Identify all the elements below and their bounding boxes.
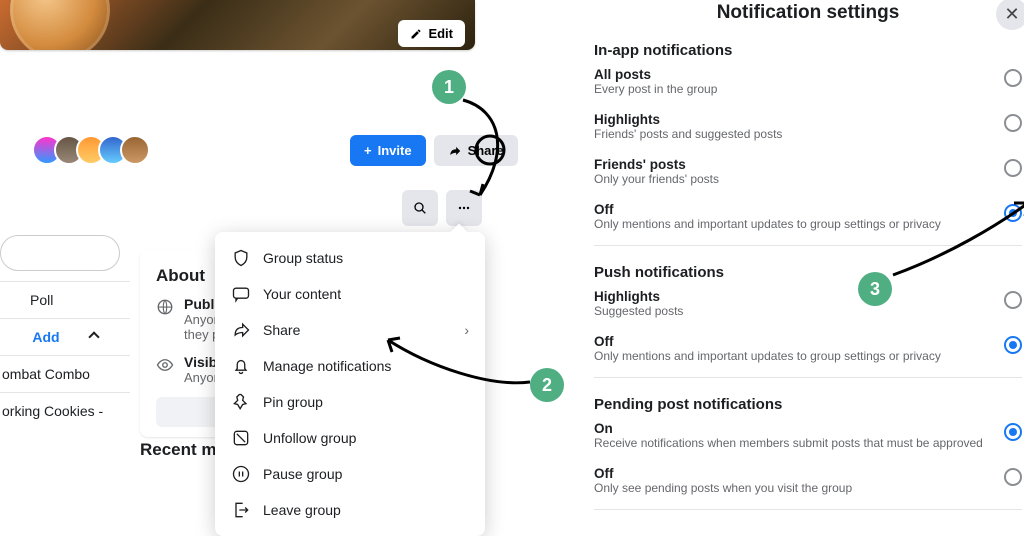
- chevron-up-icon: [88, 331, 99, 342]
- left-sidebar: Poll Add ombat Combo orking Cookies -: [0, 235, 130, 429]
- section-heading-inapp: In-app notifications: [594, 42, 1022, 59]
- option-label: Off: [594, 466, 852, 481]
- close-button[interactable]: ✕: [996, 0, 1024, 30]
- menu-label: Share: [263, 322, 300, 338]
- option-sub: Only mentions and important updates to g…: [594, 217, 941, 231]
- sidebar-item[interactable]: orking Cookies -: [0, 392, 130, 429]
- radio[interactable]: [1004, 159, 1022, 177]
- sidebar-item-add[interactable]: Add: [0, 318, 130, 355]
- close-icon: ✕: [1004, 4, 1019, 25]
- avatar: [120, 135, 150, 165]
- option-highlights[interactable]: HighlightsFriends' posts and suggested p…: [594, 104, 1022, 149]
- chevron-right-icon: ›: [464, 322, 469, 338]
- option-sub: Every post in the group: [594, 82, 717, 96]
- share-arrow-icon: [448, 144, 462, 158]
- invite-button[interactable]: + Invite: [350, 135, 426, 166]
- menu-item-pause-group[interactable]: Pause group: [223, 456, 477, 492]
- notification-settings-panel: Notification settings ✕ In-app notificat…: [568, 0, 1024, 512]
- share-label: Share: [468, 143, 504, 158]
- menu-label: Pin group: [263, 394, 323, 410]
- section-heading-pending: Pending post notifications: [594, 396, 1022, 413]
- menu-label: Pause group: [263, 466, 342, 482]
- globe-icon: [156, 298, 174, 316]
- menu-item-manage-notifications[interactable]: Manage notifications: [223, 348, 477, 384]
- ellipsis-icon: [456, 200, 472, 216]
- option-label: All posts: [594, 67, 717, 82]
- share-icon: [231, 320, 251, 340]
- menu-item-pin-group[interactable]: Pin group: [223, 384, 477, 420]
- option-label: On: [594, 421, 983, 436]
- option-push-highlights[interactable]: HighlightsSuggested posts: [594, 281, 1022, 326]
- plus-icon: +: [364, 143, 372, 158]
- option-label: Off: [594, 202, 941, 217]
- section-heading-push: Push notifications: [594, 264, 1022, 281]
- menu-item-leave-group[interactable]: Leave group: [223, 492, 477, 528]
- unfollow-icon: [231, 428, 251, 448]
- radio-selected[interactable]: [1004, 336, 1022, 354]
- group-options-menu: Group status Your content Share › Manage…: [215, 232, 485, 536]
- recent-heading: Recent me: [140, 440, 226, 460]
- menu-label: Manage notifications: [263, 358, 391, 374]
- pause-icon: [231, 464, 251, 484]
- share-button[interactable]: Share: [434, 135, 518, 166]
- member-avatars[interactable]: [40, 135, 150, 165]
- option-sub: Suggested posts: [594, 304, 683, 318]
- menu-label: Leave group: [263, 502, 341, 518]
- option-label: Friends' posts: [594, 157, 719, 172]
- radio[interactable]: [1004, 468, 1022, 486]
- menu-item-your-content[interactable]: Your content: [223, 276, 477, 312]
- bell-icon: [231, 356, 251, 376]
- option-sub: Receive notifications when members submi…: [594, 436, 983, 450]
- divider: [594, 509, 1022, 510]
- annotation-badge-3: 3: [858, 272, 892, 306]
- panel-title: Notification settings: [594, 2, 1022, 24]
- option-all-posts[interactable]: All postsEvery post in the group: [594, 59, 1022, 104]
- speech-icon: [231, 284, 251, 304]
- eye-icon: [156, 356, 174, 374]
- sidebar-item[interactable]: ombat Combo: [0, 355, 130, 392]
- radio-selected[interactable]: [1004, 204, 1022, 222]
- option-sub: Only mentions and important updates to g…: [594, 349, 941, 363]
- annotation-badge-1: 1: [432, 70, 466, 104]
- pin-icon: [231, 392, 251, 412]
- option-push-off[interactable]: OffOnly mentions and important updates t…: [594, 326, 1022, 371]
- edit-label: Edit: [428, 26, 453, 41]
- search-button[interactable]: [402, 190, 438, 226]
- menu-item-share[interactable]: Share ›: [223, 312, 477, 348]
- divider: [594, 377, 1022, 378]
- menu-label: Group status: [263, 250, 343, 266]
- option-label: Highlights: [594, 112, 782, 127]
- add-label: Add: [32, 329, 59, 345]
- radio[interactable]: [1004, 69, 1022, 87]
- radio[interactable]: [1004, 114, 1022, 132]
- pill-placeholder[interactable]: [0, 235, 120, 271]
- option-sub: Friends' posts and suggested posts: [594, 127, 782, 141]
- divider: [594, 245, 1022, 246]
- shield-icon: [231, 248, 251, 268]
- option-sub: Only your friends' posts: [594, 172, 719, 186]
- search-icon: [412, 200, 428, 216]
- more-options-button[interactable]: [446, 190, 482, 226]
- option-label: Highlights: [594, 289, 683, 304]
- option-pending-off[interactable]: OffOnly see pending posts when you visit…: [594, 458, 1022, 503]
- radio[interactable]: [1004, 291, 1022, 309]
- annotation-badge-2: 2: [530, 368, 564, 402]
- menu-item-group-status[interactable]: Group status: [223, 240, 477, 276]
- pencil-icon: [410, 28, 422, 40]
- leave-icon: [231, 500, 251, 520]
- menu-label: Unfollow group: [263, 430, 356, 446]
- edit-cover-button[interactable]: Edit: [398, 20, 465, 47]
- option-off[interactable]: OffOnly mentions and important updates t…: [594, 194, 1022, 239]
- menu-label: Your content: [263, 286, 341, 302]
- radio-selected[interactable]: [1004, 423, 1022, 441]
- option-sub: Only see pending posts when you visit th…: [594, 481, 852, 495]
- cover-image: Edit: [0, 0, 475, 50]
- invite-label: Invite: [378, 143, 412, 158]
- menu-item-unfollow-group[interactable]: Unfollow group: [223, 420, 477, 456]
- option-pending-on[interactable]: OnReceive notifications when members sub…: [594, 413, 1022, 458]
- sidebar-item-poll[interactable]: Poll: [0, 281, 130, 318]
- option-label: Off: [594, 334, 941, 349]
- option-friends-posts[interactable]: Friends' postsOnly your friends' posts: [594, 149, 1022, 194]
